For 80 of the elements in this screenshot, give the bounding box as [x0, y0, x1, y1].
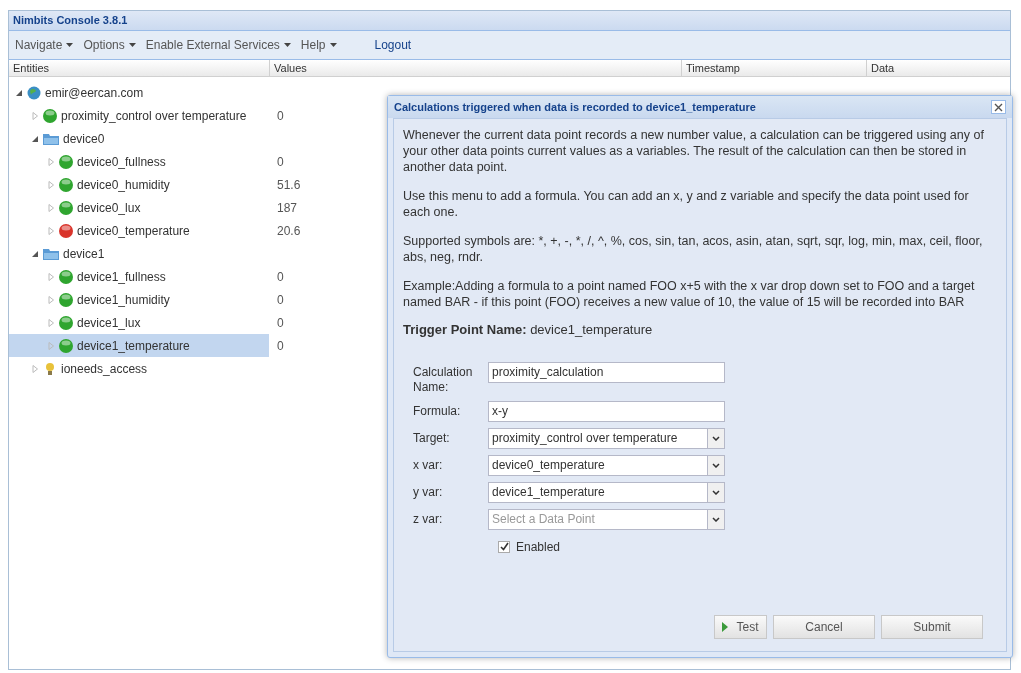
caret-icon	[66, 43, 74, 47]
collapsed-arrow-icon[interactable]	[31, 364, 39, 373]
menu-button[interactable]: Help	[300, 36, 337, 54]
collapsed-arrow-icon[interactable]	[31, 111, 39, 120]
description-paragraph: Example:Adding a formula to a point named FOO x+5 with the x var drop down set to FOO and a target named BAR - if this point (FOO) receives a new value of 10, the value of 15 will be recorded into BAR	[403, 278, 976, 310]
collapsed-arrow-icon[interactable]	[47, 226, 55, 235]
dialog-button[interactable]: Submit	[881, 615, 983, 639]
caret-icon	[329, 43, 337, 47]
field-label: z var:	[413, 510, 444, 527]
menu-button[interactable]: Options	[83, 36, 136, 54]
tree-item[interactable]: device0_temperature	[9, 219, 269, 242]
logout-link[interactable]: Logout	[374, 36, 412, 54]
tree-item[interactable]: emir@eercan.com	[9, 81, 269, 104]
description-paragraph: Whenever the current data point records a new number value, a calculation can be triggered using any of your other data points current values as a variables. The result of the calculation can then be stored in another data point.	[403, 127, 985, 175]
collapsed-arrow-icon[interactable]	[47, 341, 55, 350]
value-cell-text: 0	[277, 314, 284, 332]
column-header[interactable]: Timestamp	[681, 60, 866, 76]
trigger-point-name: Trigger Point Name: device1_temperature	[403, 321, 654, 339]
value-cell-text: 0	[277, 291, 284, 309]
app-title: Nimbits Console 3.8.1	[13, 13, 128, 29]
field-label: x var:	[413, 456, 444, 473]
globe-icon	[26, 84, 42, 101]
collapsed-arrow-icon[interactable]	[47, 272, 55, 281]
description-paragraph: Use this menu to add a formula. You can add an x, y and z variable and specify the data point used for each one.	[403, 188, 970, 220]
test-button[interactable]: Test	[714, 615, 767, 639]
column-header[interactable]: Entities	[9, 60, 269, 76]
tree-item[interactable]: device1_lux	[9, 311, 269, 334]
value-cell-text: 20.6	[277, 222, 301, 240]
tree-item[interactable]: proximity_control over temperature	[9, 104, 269, 127]
value-cell-text: 187	[277, 199, 298, 217]
dropdown-field[interactable]: proximity_control over temperature	[488, 427, 725, 449]
tree-item[interactable]: ioneeds_access	[9, 357, 269, 380]
tree-item[interactable]: device0_lux	[9, 196, 269, 219]
menu-button[interactable]: Enable External Services	[145, 36, 291, 54]
collapsed-arrow-icon[interactable]	[47, 295, 55, 304]
dialog-title: Calculations triggered when data is recorded to device1_temperature	[394, 99, 756, 115]
checkbox[interactable]	[498, 540, 510, 553]
field-label: y var:	[413, 483, 444, 500]
dropdown-field[interactable]: device1_temperature	[488, 481, 725, 503]
collapsed-arrow-icon[interactable]	[47, 318, 55, 327]
checkbox-label: Enabled	[516, 538, 561, 556]
text-field[interactable]: proximity_calculation	[488, 361, 725, 383]
collapsed-arrow-icon[interactable]	[47, 203, 55, 212]
caret-icon	[283, 43, 291, 47]
dialog-button[interactable]: Cancel	[773, 615, 875, 639]
text-field[interactable]: x-y	[488, 400, 725, 422]
play-icon	[722, 622, 729, 632]
field-label: Target:	[413, 429, 451, 446]
expanded-arrow-icon[interactable]	[31, 249, 39, 258]
expanded-arrow-icon[interactable]	[15, 88, 23, 97]
dropdown-field[interactable]: device0_temperature	[488, 454, 725, 476]
column-header[interactable]: Data	[866, 60, 1010, 76]
tree-item[interactable]: device1_temperature	[9, 334, 269, 357]
chevron-down-icon	[712, 462, 720, 468]
field-label: Formula:	[413, 402, 462, 419]
tree-item[interactable]: device0	[9, 127, 269, 150]
field-label: Calculation Name:	[413, 363, 474, 395]
tree-item[interactable]: device1_humidity	[9, 288, 269, 311]
close-icon	[994, 102, 1003, 112]
chevron-down-icon	[712, 516, 720, 522]
menu-button[interactable]: Navigate	[15, 36, 74, 54]
tree-item[interactable]: device1_fullness	[9, 265, 269, 288]
value-cell-text: 0	[277, 107, 284, 125]
value-cell-text: 0	[277, 268, 284, 286]
column-header[interactable]: Values	[269, 60, 681, 76]
tree-item[interactable]: device0_fullness	[9, 150, 269, 173]
collapsed-arrow-icon[interactable]	[47, 157, 55, 166]
tree-item[interactable]: device1	[9, 242, 269, 265]
chevron-down-icon	[712, 435, 720, 441]
value-cell-text: 51.6	[277, 176, 301, 194]
chevron-down-icon	[712, 489, 720, 495]
expanded-arrow-icon[interactable]	[31, 134, 39, 143]
caret-icon	[128, 43, 136, 47]
description-paragraph: Supported symbols are: *, +, -, *, /, ^, %, cos, sin, tan, acos, asin, atan, sqrt, sqr, log, min, max, ceil, floor, abs, neg, rndr.	[403, 233, 984, 265]
checkmark-icon	[499, 542, 509, 551]
value-cell-text: 0	[277, 337, 284, 355]
tree-item[interactable]: device0_humidity	[9, 173, 269, 196]
close-button[interactable]	[991, 100, 1006, 114]
value-cell-text: 0	[277, 153, 284, 171]
collapsed-arrow-icon[interactable]	[47, 180, 55, 189]
